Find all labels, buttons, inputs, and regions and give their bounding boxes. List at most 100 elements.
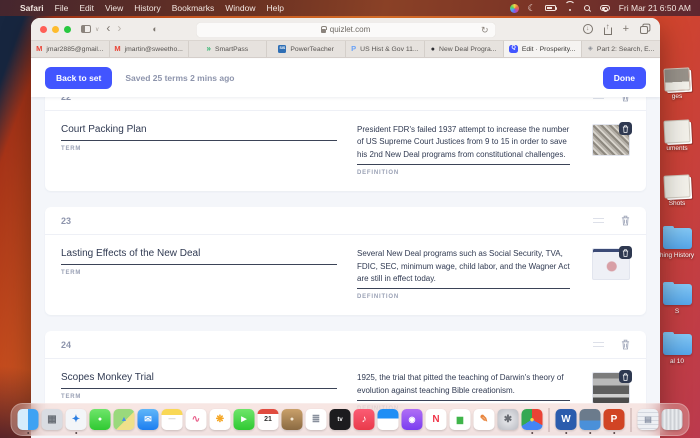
new-tab-button[interactable]: +: [623, 24, 629, 35]
dock-app-word-icon[interactable]: W: [556, 409, 577, 430]
dock-app-numbers-icon[interactable]: ▆: [450, 409, 471, 430]
sidebar-chevron-icon[interactable]: ∨: [95, 26, 99, 33]
dock-app-messages-icon[interactable]: ●: [90, 409, 111, 430]
spotlight-search-icon[interactable]: [584, 5, 590, 11]
forward-button[interactable]: ›: [117, 22, 121, 34]
dock-app-safari-icon[interactable]: ✦: [66, 409, 87, 430]
reload-icon[interactable]: ↻: [481, 25, 489, 36]
remove-image-icon[interactable]: [619, 370, 632, 383]
card-image-thumb[interactable]: [592, 248, 630, 280]
dock-app-maps-icon[interactable]: ▲: [114, 409, 135, 430]
wifi-icon[interactable]: [565, 5, 575, 12]
battery-icon[interactable]: [545, 5, 556, 11]
back-to-set-button[interactable]: Back to set: [45, 67, 112, 89]
drag-handle-icon[interactable]: [593, 218, 604, 223]
tab-new-deal[interactable]: ●New Deal Progra...: [425, 41, 504, 57]
menu-view[interactable]: View: [105, 3, 123, 13]
sidebar-icon[interactable]: [81, 25, 91, 33]
definition-field[interactable]: 1925, the trial that pitted the teaching…: [357, 372, 570, 401]
menu-edit[interactable]: Edit: [79, 3, 94, 13]
delete-card-icon[interactable]: [621, 215, 630, 226]
privacy-report-icon[interactable]: ◐: [152, 25, 157, 34]
term-field[interactable]: Court Packing Plan: [61, 124, 337, 141]
desktop-icon-folder-s[interactable]: S: [656, 282, 698, 316]
dock-app-music-icon[interactable]: ♪: [354, 409, 375, 430]
desktop-icon-folder-al10[interactable]: al 10: [656, 332, 698, 366]
desktop-icon-folder-history[interactable]: hing History: [656, 226, 698, 260]
dock-app-system-settings-icon[interactable]: ✱: [498, 409, 519, 430]
dock-app-trash-icon[interactable]: [662, 409, 683, 430]
minimize-window-button[interactable]: [52, 26, 59, 33]
close-window-button[interactable]: [40, 26, 47, 33]
dock-app-keynote-icon[interactable]: [378, 409, 399, 430]
dock-app-notes-icon[interactable]: —: [162, 409, 183, 430]
tab-gmail-1[interactable]: Mjmar2885@gmail...: [31, 41, 110, 57]
menu-app-name[interactable]: Safari: [20, 3, 44, 13]
card-image-thumb[interactable]: [592, 372, 630, 404]
dock-app-powerpoint-icon[interactable]: P: [604, 409, 625, 430]
delete-card-icon[interactable]: [621, 339, 630, 350]
share-icon[interactable]: [604, 27, 612, 35]
drag-handle-icon[interactable]: [593, 97, 604, 99]
tab-gmail-2[interactable]: Mjmartin@sweetho...: [110, 41, 189, 57]
dock-app-chrome-icon[interactable]: ●: [522, 409, 543, 430]
dock-app-freeform-icon[interactable]: ∿: [186, 409, 207, 430]
desktop-icon-screen-shots[interactable]: Shots: [656, 175, 698, 208]
dock-app-contacts-icon[interactable]: ●: [282, 409, 303, 430]
menu-bar: Safari File Edit View History Bookmarks …: [0, 0, 700, 16]
done-button[interactable]: Done: [603, 67, 646, 89]
dock-app-pages-icon[interactable]: ✎: [474, 409, 495, 430]
tab-us-hist[interactable]: PUS Hist & Gov 11...: [346, 41, 425, 57]
tab-powerteacher[interactable]: SISPowerTeacher: [267, 41, 346, 57]
menu-help[interactable]: Help: [266, 3, 283, 13]
running-indicator-dot: [565, 432, 568, 435]
menu-file[interactable]: File: [55, 3, 69, 13]
definition-field[interactable]: President FDR's failed 1937 attempt to i…: [357, 124, 570, 165]
dock-app-finder-icon[interactable]: [18, 409, 39, 430]
gmail-favicon: M: [36, 45, 42, 53]
zoom-window-button[interactable]: [64, 26, 71, 33]
tab-smartpass[interactable]: »SmartPass: [189, 41, 268, 57]
remove-image-icon[interactable]: [619, 246, 632, 259]
dock-app-downloads-stack-icon[interactable]: ▤: [638, 409, 659, 430]
shield-favicon: ◈: [588, 46, 593, 53]
quizlet-edit-page: Back to set Saved 25 terms 2 mins ago Do…: [31, 59, 660, 438]
quizlet-favicon: Q: [509, 45, 518, 54]
term-field[interactable]: Scopes Monkey Trial: [61, 372, 337, 389]
dock-app-mail-icon[interactable]: ✉: [138, 409, 159, 430]
definition-field[interactable]: Several New Deal programs such as Social…: [357, 248, 570, 289]
running-indicator-dot: [613, 432, 616, 435]
menu-bar-clock[interactable]: Fri Mar 21 6:50 AM: [619, 3, 691, 13]
tab-overview-icon[interactable]: [640, 26, 648, 34]
tab-label: jmar2885@gmail...: [46, 46, 103, 53]
dock-app-calendar-icon[interactable]: 21: [258, 409, 279, 430]
dock-app-launchpad-icon[interactable]: ▦: [42, 409, 63, 430]
tab-part2-search[interactable]: ◈Part 2: Search, E...: [582, 41, 660, 57]
downloads-icon[interactable]: ↓: [583, 24, 593, 34]
menu-window[interactable]: Window: [225, 3, 255, 13]
focus-moon-icon[interactable]: ☾: [528, 4, 536, 13]
term-field[interactable]: Lasting Effects of the New Deal: [61, 248, 337, 265]
dock-app-tv-icon[interactable]: tv: [330, 409, 351, 430]
dock-app-news-icon[interactable]: N: [426, 409, 447, 430]
control-center-icon[interactable]: [600, 5, 610, 12]
tab-bar: Mjmar2885@gmail... Mjmartin@sweetho... »…: [31, 41, 660, 58]
dock-app-podcasts-icon[interactable]: ◉: [402, 409, 423, 430]
dock-app-preview-window-icon[interactable]: [580, 409, 601, 430]
dock-app-photos-icon[interactable]: ❋: [210, 409, 231, 430]
address-bar[interactable]: quizlet.com ↻: [196, 22, 496, 38]
remove-image-icon[interactable]: [619, 122, 632, 135]
desktop-icon-images[interactable]: ges: [656, 68, 698, 101]
dock-app-reminders-icon[interactable]: ≣: [306, 409, 327, 430]
menu-history[interactable]: History: [134, 3, 160, 13]
menu-bookmarks[interactable]: Bookmarks: [172, 3, 215, 13]
drag-handle-icon[interactable]: [593, 342, 604, 347]
screen-sharing-icon[interactable]: [510, 4, 519, 13]
tab-quizlet-edit[interactable]: QEdit · Prosperity...: [504, 41, 583, 57]
dock-app-facetime-icon[interactable]: ▶: [234, 409, 255, 430]
desktop-icon-documents[interactable]: uments: [656, 120, 698, 153]
desktop-icon-label: hing History: [656, 252, 698, 260]
card-image-thumb[interactable]: [592, 124, 630, 156]
back-button[interactable]: ‹: [106, 22, 110, 34]
delete-card-icon[interactable]: [621, 97, 630, 102]
